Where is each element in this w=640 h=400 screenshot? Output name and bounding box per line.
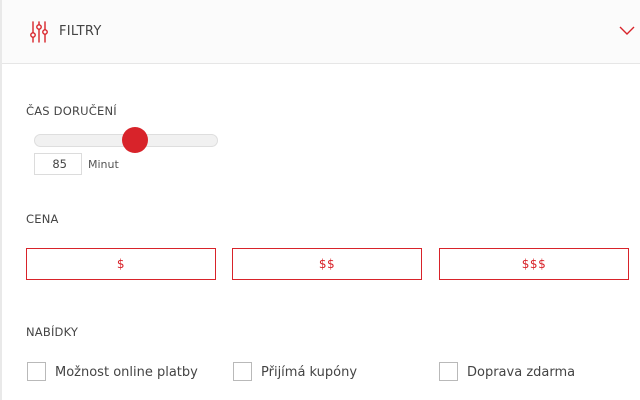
coupons-label[interactable]: Přijímá kupóny	[261, 365, 357, 380]
chevron-down-icon[interactable]	[618, 24, 636, 38]
coupons-checkbox[interactable]	[233, 362, 252, 381]
price-option-2-button[interactable]: $$	[232, 248, 422, 280]
online-payment-checkbox[interactable]	[27, 362, 46, 381]
free-delivery-checkbox[interactable]	[439, 362, 458, 381]
sliders-icon	[30, 21, 48, 43]
delivery-time-label: ČAS DORUČENÍ	[26, 104, 117, 118]
filters-header[interactable]: FILTRY	[0, 0, 640, 64]
offers-label: NABÍDKY	[26, 325, 79, 339]
price-option-3-button[interactable]: $$$	[439, 248, 629, 280]
filters-title: FILTRY	[59, 24, 102, 39]
delivery-time-input[interactable]: 85	[34, 153, 82, 175]
price-option-1-button[interactable]: $	[26, 248, 216, 280]
delivery-time-slider-thumb[interactable]	[122, 127, 149, 153]
delivery-time-unit: Minut	[88, 158, 119, 171]
online-payment-label[interactable]: Možnost online platby	[55, 365, 198, 380]
panel-left-border	[0, 0, 2, 400]
price-label: CENA	[26, 212, 59, 226]
free-delivery-label[interactable]: Doprava zdarma	[467, 365, 575, 380]
